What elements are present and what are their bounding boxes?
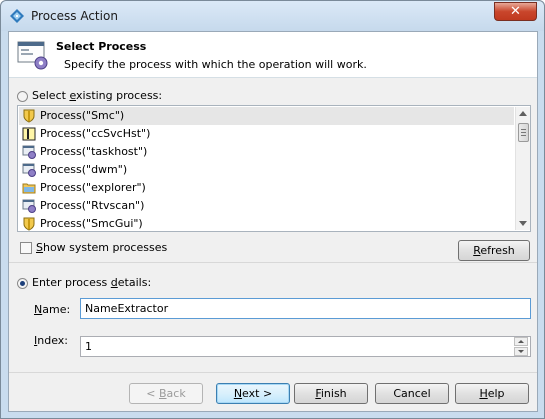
name-value: NameExtractor: [85, 302, 169, 315]
scroll-thumb[interactable]: [518, 123, 529, 142]
index-value: 1: [85, 340, 92, 353]
name-field[interactable]: NameExtractor: [80, 298, 531, 319]
show-system-checkbox[interactable]: [20, 242, 32, 254]
back-label-pre: <: [146, 387, 159, 400]
process-list-scrollbar[interactable]: [515, 107, 530, 230]
index-label: Index:: [34, 334, 68, 347]
help-label-accel: H: [479, 387, 488, 400]
details-label-pre: Enter process: [32, 276, 111, 289]
show-system-label[interactable]: Show system processes: [36, 241, 167, 254]
details-label-post: etails:: [117, 276, 152, 289]
list-item[interactable]: Process("explorer"): [19, 179, 514, 197]
help-button[interactable]: Help: [455, 383, 529, 404]
list-item[interactable]: Process("taskhost"): [19, 143, 514, 161]
back-label-accel: B: [159, 387, 167, 400]
enter-details-label[interactable]: Enter process details:: [32, 276, 151, 289]
list-item-label: Process("SmcGui"): [40, 217, 143, 230]
next-label-post: ext >: [242, 387, 273, 400]
list-item-label: Process("dwm"): [40, 163, 128, 176]
process-list[interactable]: Process("Smc") Process("ccSvcHst") Proce…: [17, 105, 531, 232]
existing-label-post: xisting process:: [76, 89, 163, 102]
list-item[interactable]: Process("Smc"): [19, 107, 514, 125]
spin-down-icon[interactable]: [514, 347, 528, 356]
existing-process-radio[interactable]: [17, 91, 28, 102]
scroll-up-icon[interactable]: [519, 111, 527, 116]
refresh-label-post: efresh: [480, 244, 515, 257]
close-button[interactable]: ✕: [494, 2, 537, 21]
list-item[interactable]: Process("SmcGui"): [19, 215, 514, 231]
list-item-label: Process("explorer"): [40, 181, 146, 194]
enter-details-radio[interactable]: [17, 278, 28, 289]
dialog-body: Select Process Specify the process with …: [8, 31, 538, 412]
show-system-label-post: how system processes: [42, 241, 168, 254]
footer-divider: [9, 372, 537, 373]
window-title: Process Action: [31, 9, 118, 23]
back-label-post: ack: [166, 387, 186, 400]
key-icon: [22, 127, 36, 141]
name-label-post: ame:: [42, 303, 71, 316]
name-label: Name:: [34, 303, 70, 316]
title-bar[interactable]: Process Action ✕: [1, 1, 544, 31]
folder-icon: [22, 183, 36, 194]
index-stepper[interactable]: 1: [80, 336, 531, 357]
scroll-down-icon[interactable]: [519, 221, 527, 226]
gear-app-icon: [22, 199, 36, 213]
section-divider: [9, 262, 537, 263]
list-item-label: Process("taskhost"): [40, 145, 148, 158]
next-button[interactable]: Next >: [216, 383, 290, 404]
header-band: Select Process Specify the process with …: [9, 32, 537, 78]
existing-process-label[interactable]: Select existing process:: [32, 89, 162, 102]
close-icon: ✕: [510, 4, 521, 19]
gear-app-icon: [22, 163, 36, 177]
shield-icon: [23, 109, 35, 123]
cancel-button[interactable]: Cancel: [375, 383, 449, 404]
list-item-label: Process("Smc"): [40, 109, 125, 122]
finish-button[interactable]: Finish: [294, 383, 368, 404]
shield-icon: [23, 217, 35, 231]
help-label-post: elp: [487, 387, 505, 400]
list-item[interactable]: Process("dwm"): [19, 161, 514, 179]
existing-label-pre: Select: [32, 89, 70, 102]
refresh-button[interactable]: Refresh: [458, 240, 530, 261]
list-item-label: Process("ccSvcHst"): [40, 127, 151, 140]
details-label-accel: d: [110, 276, 118, 289]
window-gear-icon: [17, 41, 48, 70]
list-item[interactable]: Process("Rtvscan"): [19, 197, 514, 215]
index-spinner[interactable]: [514, 337, 528, 356]
list-item[interactable]: Process("ccSvcHst"): [19, 125, 514, 143]
finish-label-post: inish: [320, 387, 347, 400]
back-button[interactable]: < Back: [129, 383, 203, 404]
next-label-accel: N: [233, 387, 243, 400]
show-system-label-accel: S: [36, 241, 43, 254]
process-action-dialog: Process Action ✕ Select Process Specify …: [0, 0, 545, 419]
spin-up-icon[interactable]: [514, 337, 528, 346]
index-label-post: ndex:: [37, 334, 68, 347]
page-title: Select Process: [56, 40, 147, 53]
page-subtitle: Specify the process with which the opera…: [64, 58, 367, 71]
list-item-label: Process("Rtvscan"): [40, 199, 145, 212]
name-label-accel: N: [34, 303, 43, 316]
app-logo-icon: [10, 9, 24, 23]
gear-app-icon: [22, 145, 36, 159]
